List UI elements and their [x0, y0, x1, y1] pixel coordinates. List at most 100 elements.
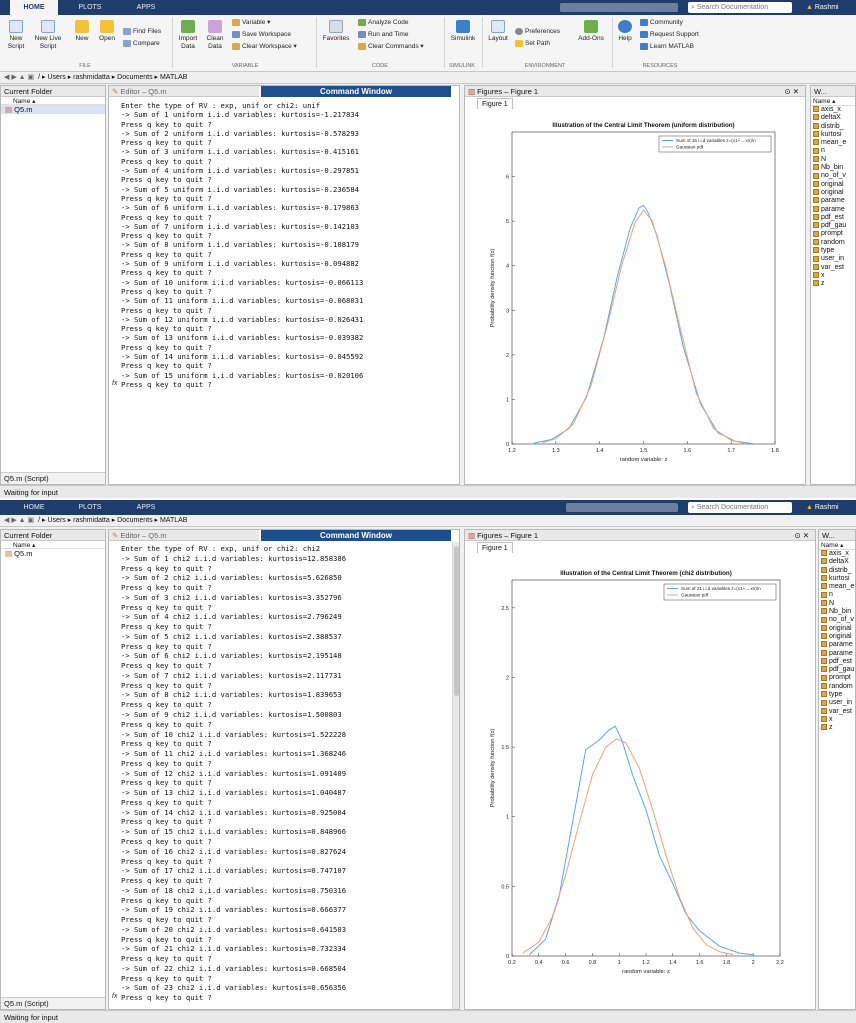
- workspace-variable[interactable]: kurtosi: [819, 575, 855, 583]
- workspace-variable[interactable]: n: [819, 591, 855, 599]
- clear-workspace-button[interactable]: Clear Workspace ▾: [232, 42, 297, 51]
- column-name-header[interactable]: Name ▴: [1, 541, 105, 549]
- search-documentation-input[interactable]: ⌕ Search Documentation: [688, 502, 792, 513]
- address-bar[interactable]: ◀ ▶ ▲ ▣ / ▸ Users ▸ rashmidatta ▸ Documen…: [0, 515, 856, 527]
- workspace-variable[interactable]: prompt: [819, 674, 855, 682]
- workspace-variable[interactable]: pdf_gau: [811, 222, 855, 230]
- workspace-variable[interactable]: pdf_est: [819, 658, 855, 666]
- workspace-column-header[interactable]: Name ▴: [819, 541, 855, 550]
- workspace-variable[interactable]: deltaX: [819, 558, 855, 566]
- workspace-variable[interactable]: parame: [811, 197, 855, 205]
- workspace-variable[interactable]: parame: [819, 650, 855, 658]
- workspace-variable[interactable]: kurtosi: [811, 131, 855, 139]
- workspace-variable[interactable]: mean_e: [819, 583, 855, 591]
- workspace-variable[interactable]: x: [819, 716, 855, 724]
- workspace-variable[interactable]: Nb_bin: [811, 164, 855, 172]
- preferences-button[interactable]: Preferences: [515, 27, 560, 36]
- find-files-button[interactable]: Find Files: [123, 27, 161, 36]
- workspace-variable[interactable]: original: [819, 625, 855, 633]
- workspace-variable[interactable]: random: [819, 683, 855, 691]
- workspace-variable[interactable]: axis_x: [811, 106, 855, 114]
- command-window-pane[interactable]: ✎ Editor – Q5.m Command Window Enter the…: [108, 85, 460, 485]
- set-path-button[interactable]: Set Path: [515, 39, 550, 48]
- workspace-variable[interactable]: pdf_gau: [819, 666, 855, 674]
- figure-tab[interactable]: Figure 1: [477, 542, 513, 553]
- tab-plots[interactable]: PLOTS: [70, 0, 110, 15]
- search-documentation-input[interactable]: ⌕ Search Documentation: [688, 2, 792, 13]
- workspace-variable[interactable]: deltaX: [811, 114, 855, 122]
- analyze-code-button[interactable]: Analyze Code: [358, 18, 408, 27]
- open-button[interactable]: Open: [95, 20, 119, 43]
- workspace-variable[interactable]: var_est: [811, 264, 855, 272]
- workspace-variable[interactable]: no_of_v: [811, 172, 855, 180]
- layout-button[interactable]: Layout: [486, 20, 510, 43]
- address-bar[interactable]: ◀ ▶ ▲ ▣ / ▸ Users ▸ rashmidatta ▸ Documen…: [0, 72, 856, 84]
- workspace-variable[interactable]: random: [811, 239, 855, 247]
- quick-access-icon[interactable]: [566, 503, 678, 512]
- tab-plots[interactable]: PLOTS: [70, 500, 110, 515]
- workspace-variable[interactable]: original: [811, 181, 855, 189]
- workspace-variable[interactable]: n: [811, 147, 855, 155]
- clean-data-button[interactable]: Clean Data: [203, 20, 227, 51]
- nav-arrows-icon[interactable]: ◀ ▶ ▲ ▣: [4, 517, 34, 524]
- user-account[interactable]: ▲ Rashmi: [806, 0, 839, 15]
- command-scrollbar[interactable]: [452, 542, 459, 1009]
- run-and-time-button[interactable]: Run and Time: [358, 30, 408, 39]
- workspace-variable[interactable]: parame: [811, 206, 855, 214]
- workspace-variable[interactable]: prompt: [811, 230, 855, 238]
- workspace-variable[interactable]: original: [811, 189, 855, 197]
- community-button[interactable]: Community: [640, 18, 683, 27]
- add-ons-button[interactable]: Add-Ons: [574, 20, 608, 43]
- variable-button[interactable]: Variable ▾: [232, 18, 270, 27]
- figures-menu-icon[interactable]: ⊙ ✕: [784, 86, 799, 97]
- new-button[interactable]: New: [71, 20, 93, 43]
- workspace-variable[interactable]: z: [819, 724, 855, 732]
- nav-arrows-icon[interactable]: ◀ ▶ ▲ ▣: [4, 74, 34, 81]
- clear-commands-button[interactable]: Clear Commands ▾: [358, 42, 424, 51]
- figures-menu-icon[interactable]: ⊙ ✕: [794, 530, 809, 541]
- workspace-variable[interactable]: type: [819, 691, 855, 699]
- help-button[interactable]: Help: [615, 20, 635, 43]
- file-item[interactable]: ▤ Q5.m: [1, 105, 105, 114]
- workspace-variable[interactable]: x: [811, 272, 855, 280]
- compare-button[interactable]: Compare: [123, 39, 160, 48]
- workspace-variable[interactable]: N: [811, 156, 855, 164]
- tab-apps[interactable]: APPS: [128, 0, 164, 15]
- workspace-variable[interactable]: N: [819, 600, 855, 608]
- workspace-variable[interactable]: var_est: [819, 708, 855, 716]
- workspace-variable[interactable]: pdf_est: [811, 214, 855, 222]
- workspace-variable[interactable]: type: [811, 247, 855, 255]
- workspace-variable[interactable]: mean_e: [811, 139, 855, 147]
- file-item[interactable]: ▤ Q5.m: [1, 549, 105, 558]
- workspace-variable[interactable]: Nb_bin: [819, 608, 855, 616]
- simulink-button[interactable]: Simulink: [448, 20, 478, 43]
- workspace-variable[interactable]: no_of_v: [819, 616, 855, 624]
- workspace-variable[interactable]: axis_x: [819, 550, 855, 558]
- tab-home[interactable]: HOME: [10, 500, 58, 515]
- request-support-button[interactable]: Request Support: [640, 30, 699, 39]
- import-data-button[interactable]: Import Data: [176, 20, 200, 51]
- scroll-thumb[interactable]: [454, 546, 459, 696]
- column-name-header[interactable]: Name ▴: [1, 97, 105, 105]
- workspace-column-header[interactable]: Name ▴: [811, 97, 855, 106]
- tab-home[interactable]: HOME: [10, 0, 58, 15]
- learn-matlab-button[interactable]: Learn MATLAB: [640, 42, 694, 51]
- workspace-variable[interactable]: distrib_: [819, 567, 855, 575]
- workspace-variable[interactable]: original: [819, 633, 855, 641]
- quick-access-icon[interactable]: [560, 3, 678, 12]
- figure-tab[interactable]: Figure 1: [477, 98, 513, 109]
- user-account[interactable]: ▲ Rashmi: [806, 500, 839, 515]
- new-live-script-button[interactable]: New Live Script: [31, 20, 65, 51]
- new-script-button[interactable]: New Script: [3, 20, 29, 51]
- editor-tab[interactable]: ✎ Editor – Q5.m: [109, 86, 259, 97]
- workspace-variable[interactable]: distrib_: [811, 123, 855, 131]
- workspace-variable[interactable]: user_in: [819, 699, 855, 707]
- favorites-button[interactable]: Favorites: [320, 20, 352, 43]
- tab-apps[interactable]: APPS: [128, 500, 164, 515]
- workspace-variable[interactable]: user_in: [811, 255, 855, 263]
- workspace-variable[interactable]: z: [811, 280, 855, 288]
- save-workspace-button[interactable]: Save Workspace: [232, 30, 291, 39]
- workspace-variable[interactable]: parame: [819, 641, 855, 649]
- command-window-pane[interactable]: ✎ Editor – Q5.m Command Window Enter the…: [108, 529, 460, 1010]
- editor-tab[interactable]: ✎ Editor – Q5.m: [109, 530, 259, 541]
